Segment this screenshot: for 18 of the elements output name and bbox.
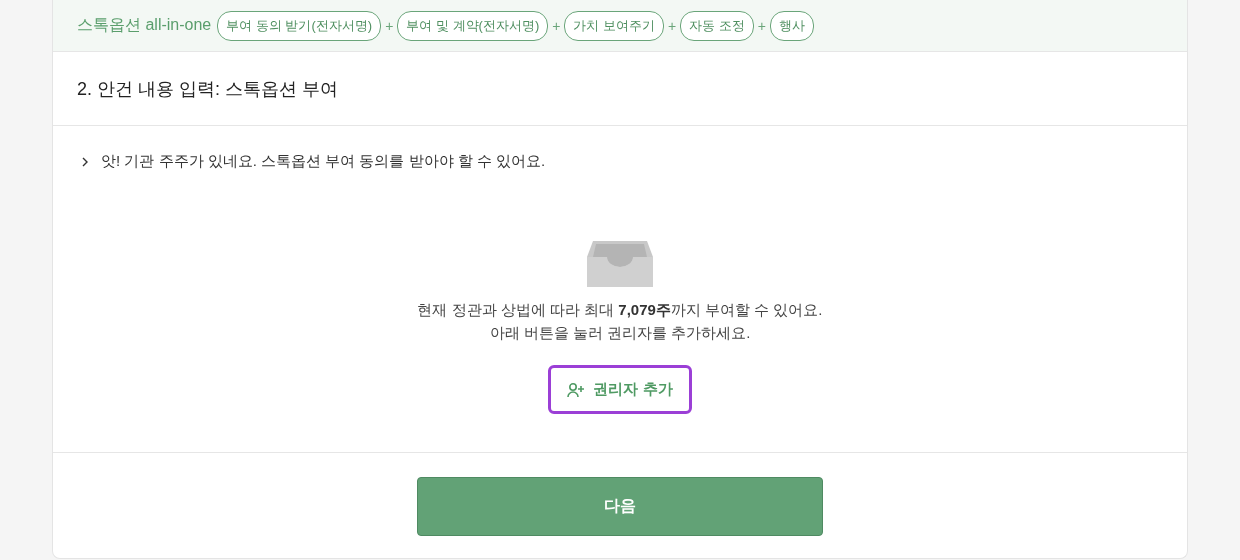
step-chip: 부여 동의 받기(전자서명) — [217, 10, 382, 41]
step-chip: 자동 조정 — [680, 10, 754, 41]
plus-sign: + — [385, 17, 394, 34]
add-holder-button[interactable]: 권리자 추가 — [548, 365, 692, 414]
plus-sign: + — [552, 17, 561, 34]
step-chip: 부여 및 계약(전자서명) — [397, 10, 549, 41]
add-person-icon — [567, 381, 586, 398]
step-chip: 행사 — [770, 10, 815, 41]
next-button[interactable]: 다음 — [417, 477, 823, 536]
empty-tray-icon — [587, 241, 653, 287]
info-text: 아래 버튼을 눌러 권리자를 추가하세요. — [489, 324, 751, 343]
app-title: 스톡옵션 all-in-one — [77, 15, 212, 35]
section-title: 2. 안건 내용 입력: 스톡옵션 부여 — [77, 77, 339, 101]
step-chip: 가치 보여주기 — [564, 10, 665, 41]
notice-text: 앗! 기관 주주가 있네요. 스톡옵션 부여 동의를 받아야 할 수 있어요. — [101, 152, 546, 171]
plus-sign: + — [757, 17, 767, 34]
plus-sign: + — [668, 17, 677, 34]
info-text: 현재 정관과 상법에 따라 최대 7,079주까지 부여할 수 있어요. — [417, 301, 823, 320]
